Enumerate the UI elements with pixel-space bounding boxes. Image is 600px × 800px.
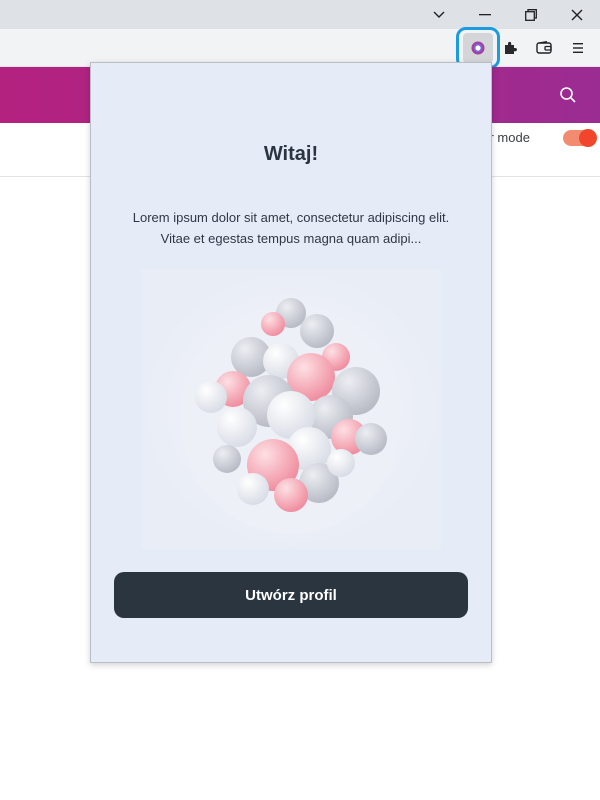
extension-active-icon[interactable]	[463, 33, 493, 63]
close-icon[interactable]	[557, 0, 597, 29]
restore-icon[interactable]	[511, 0, 551, 29]
extension-popup: Witaj! Lorem ipsum dolor sit amet, conse…	[90, 62, 492, 663]
create-profile-button[interactable]: Utwórz profil	[114, 572, 468, 618]
popup-description: Lorem ipsum dolor sit amet, consectetur …	[132, 210, 450, 246]
tab-list-icon[interactable]	[419, 0, 459, 29]
abstract-blobs-image	[141, 269, 441, 549]
mode-toggle[interactable]	[563, 129, 597, 147]
wallet-icon[interactable]	[529, 33, 559, 63]
mode-toggle-knob	[579, 129, 597, 147]
hero-illustration	[141, 269, 441, 549]
popup-title: Witaj!	[263, 143, 319, 165]
minimize-icon[interactable]	[465, 0, 505, 29]
extensions-puzzle-icon[interactable]	[495, 33, 525, 63]
browser-titlebar	[0, 0, 600, 29]
menu-icon[interactable]	[563, 33, 593, 63]
search-icon[interactable]	[556, 83, 580, 107]
